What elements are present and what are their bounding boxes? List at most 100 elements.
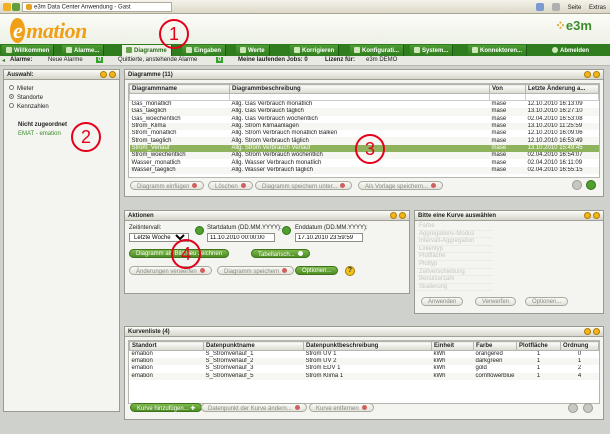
move-down-icon[interactable] xyxy=(583,403,593,413)
quittierte-alarme-label[interactable]: Quittierte, anstehende Alarme xyxy=(118,57,197,63)
logo-e: e xyxy=(10,18,26,43)
column-header[interactable]: Farbe xyxy=(472,341,518,351)
tab-konnektoren[interactable]: Konnektoren... xyxy=(468,45,528,56)
table-cell: Allg. Gas Verbrauch monatlich xyxy=(231,101,313,108)
radio-mieter[interactable]: Mieter xyxy=(9,85,34,92)
startdatum-input[interactable] xyxy=(207,233,275,242)
calendar-icon[interactable] xyxy=(282,226,291,235)
tab-diagramme[interactable]: Diagramme xyxy=(122,45,172,56)
maximize-icon[interactable] xyxy=(399,212,406,219)
add-favorite-icon[interactable] xyxy=(12,3,20,11)
table-row[interactable]: emation S_Stromverlauf_3 Strom EDV 1 kWh gol… xyxy=(130,365,599,372)
minimize-icon[interactable] xyxy=(100,71,107,78)
tab-system[interactable]: System... xyxy=(410,45,454,56)
maximize-icon[interactable] xyxy=(593,328,600,335)
tab-alarme[interactable]: Alarme... xyxy=(62,45,105,56)
table-row[interactable]: Wasser_taeglich Allg. Wasser Verbrauch tä… xyxy=(129,166,599,174)
button-label: Kurve entfernen xyxy=(316,406,359,412)
tools-menu[interactable]: Extras xyxy=(589,5,606,11)
callout-3: 3 xyxy=(355,134,385,164)
optionen-button[interactable]: Optionen... xyxy=(295,266,339,275)
panel-controls xyxy=(388,212,406,221)
column-header[interactable]: Von xyxy=(489,84,526,94)
maximize-icon[interactable] xyxy=(593,71,600,78)
kurve-verwerfen-button[interactable]: Verwerfen xyxy=(475,297,517,306)
datenpunkt-aendern-button[interactable]: Datenpunkt der Kurve ändern... xyxy=(201,403,307,412)
table-row[interactable]: Strom_Klima Allg. Strom Klimaanlagen mase 1… xyxy=(129,122,599,131)
column-header[interactable]: Diagrammbeschreibung xyxy=(229,84,490,94)
radio-label: Standorte xyxy=(17,95,44,101)
table-cell: Allg. Gas Verbrauch wöchentlich xyxy=(231,115,318,122)
maximize-icon[interactable] xyxy=(109,71,116,78)
table-cell: cornflowerblue xyxy=(473,372,517,380)
values-icon xyxy=(240,47,246,53)
kurve-hinzufuegen-button[interactable]: Kurve hinzufügen... ✚ xyxy=(130,403,203,412)
minimize-icon[interactable] xyxy=(584,71,591,78)
filter-cell[interactable] xyxy=(489,92,526,102)
help-icon[interactable]: ? xyxy=(345,266,355,276)
home-icon[interactable] xyxy=(536,3,545,11)
table-cell: mase xyxy=(489,108,526,116)
kurve-optionen-button[interactable]: Optionen... xyxy=(525,297,569,306)
table-cell: kWh xyxy=(433,351,446,357)
diagramm-speichern-unter-button[interactable]: Diagramm speichern unter... xyxy=(255,181,353,190)
column-header[interactable]: Datenpunktname xyxy=(203,341,304,351)
table-row[interactable]: Gas_taeglich Allg. Gas Verbrauch täglich m… xyxy=(129,108,599,116)
filter-cell[interactable] xyxy=(129,92,230,102)
tree-header[interactable]: Nicht zugeordnet xyxy=(18,122,67,128)
als-vorlage-speichern-button[interactable]: Als Vorlage speichern... xyxy=(358,181,444,190)
calendar-icon[interactable] xyxy=(195,226,204,235)
table-row[interactable]: emation S_Stromverlauf_1 Strom UV 1 kWh oran… xyxy=(130,351,599,359)
kurve-entfernen-button[interactable]: Kurve entfernen xyxy=(309,403,374,412)
table-cell: Gas_woechentlich xyxy=(131,115,181,122)
aenderungen-verwerfen-button[interactable]: Änderungen verwerfen xyxy=(129,266,212,275)
logout-button[interactable]: Abmelden xyxy=(548,45,594,56)
minimize-icon[interactable] xyxy=(390,212,397,219)
radio-standorte[interactable]: Standorte xyxy=(9,94,43,101)
move-up-icon[interactable] xyxy=(568,403,578,413)
move-up-icon[interactable] xyxy=(572,180,582,190)
diagramm-einfuegen-button[interactable]: Diagramm einfügen xyxy=(130,181,205,190)
connector-icon xyxy=(472,47,478,53)
tree-item-emat[interactable]: EMAT - emation xyxy=(18,131,61,137)
tab-werte[interactable]: Werte xyxy=(236,45,270,56)
anwenden-button[interactable]: Anwenden xyxy=(421,297,464,306)
column-header[interactable]: Plotfläche xyxy=(516,341,562,351)
loeschen-button[interactable]: Löschen xyxy=(208,181,253,190)
column-header[interactable]: Diagrammname xyxy=(129,84,230,94)
minimize-icon[interactable] xyxy=(584,212,591,219)
minimize-icon[interactable] xyxy=(584,328,591,335)
table-cell: S_Stromverlauf_1 xyxy=(205,351,254,357)
filter-cell[interactable] xyxy=(229,92,490,102)
power-icon xyxy=(552,47,558,53)
page-menu[interactable]: Seite xyxy=(568,5,582,11)
star-icon[interactable] xyxy=(3,3,11,11)
table-cell: 13.10.2010 16:27:10 xyxy=(525,108,599,116)
table-cell: kWh xyxy=(433,365,446,372)
table-row[interactable]: Gas_monatlich Allg. Gas Verbrauch monatli… xyxy=(130,101,599,109)
filter-cell[interactable] xyxy=(525,92,599,102)
maximize-icon[interactable] xyxy=(593,212,600,219)
collapse-icon[interactable]: ◂ xyxy=(2,57,5,64)
browser-tab[interactable]: e3m Data Center Anwendung - Gast xyxy=(22,2,172,12)
kurve-property-item: Plotfläche xyxy=(417,253,493,261)
column-header[interactable]: Einheit xyxy=(431,341,474,351)
column-header[interactable]: Datenpunktbeschreibung xyxy=(303,341,432,351)
radio-kennzahlen[interactable]: Kennzahlen xyxy=(9,103,49,110)
diagramm-speichern-button[interactable]: Diagramm speichern xyxy=(217,266,295,275)
print-icon[interactable] xyxy=(551,3,560,11)
tab-willkommen[interactable]: Willkommen xyxy=(2,45,55,56)
neue-alarme-label[interactable]: Neue Alarme xyxy=(48,57,83,63)
move-down-icon[interactable] xyxy=(586,180,596,190)
enddatum-input[interactable] xyxy=(295,233,363,242)
tabellarisch-button[interactable]: Tabellarisch... xyxy=(251,249,310,258)
table-row[interactable]: emation S_Stromverlauf_2 Strom UV 2 kWh dark… xyxy=(129,358,599,366)
column-header[interactable]: Letzte Änderung a... xyxy=(525,84,599,94)
column-header[interactable]: Ordnung xyxy=(560,341,599,351)
column-header[interactable]: Standort xyxy=(129,341,204,351)
table-row[interactable]: emation S_Stromverlauf_5 Strom Klima 1 kWh c… xyxy=(129,372,599,380)
table-row[interactable]: Gas_woechentlich Allg. Gas Verbrauch wöch… xyxy=(130,116,599,123)
tab-eingaben[interactable]: Eingaben xyxy=(182,45,227,56)
tab-korrigieren[interactable]: Korrigieren xyxy=(290,45,340,56)
tab-konfiguration[interactable]: Konfigurati... xyxy=(350,45,404,56)
